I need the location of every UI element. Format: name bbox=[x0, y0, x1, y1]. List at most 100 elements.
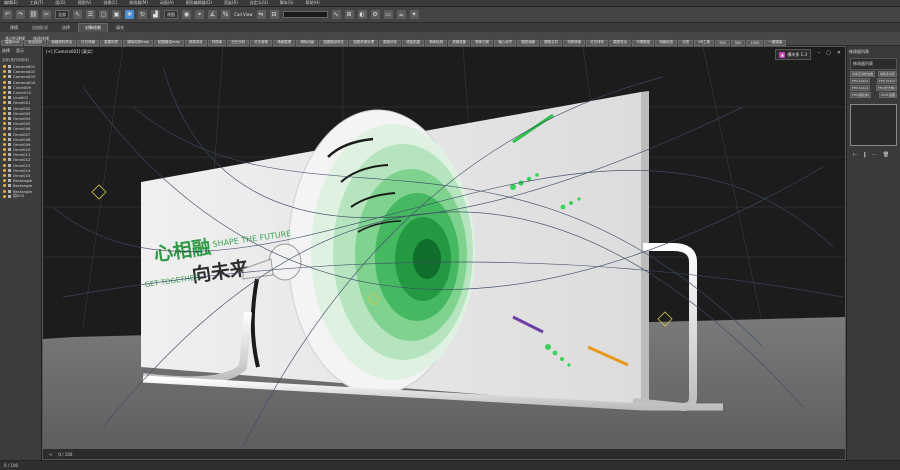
scene-sort-header[interactable]: 名称(按升序排序) bbox=[0, 56, 41, 64]
menu-group[interactable]: 组(G) bbox=[55, 0, 65, 6]
render-icon[interactable]: ☕ bbox=[396, 10, 406, 19]
percent-snap-icon[interactable]: % bbox=[221, 10, 230, 19]
close-icon[interactable]: ✕ bbox=[837, 50, 841, 56]
plugin-command-button[interactable]: 500 bbox=[730, 39, 746, 46]
plugin-command-button[interactable]: 模型减面 bbox=[517, 39, 540, 46]
modifier-button[interactable]: 对象空间修改器 bbox=[850, 71, 876, 77]
pivot-icon[interactable]: ◉ bbox=[182, 10, 191, 19]
viewport-label[interactable]: [+] [Camera001] [真实] bbox=[46, 49, 93, 55]
plugin-command-button[interactable]: 材质库 bbox=[207, 39, 227, 46]
modifier-button[interactable]: FFD(圆柱体) bbox=[850, 92, 872, 98]
plugin-command-button[interactable]: 收藏资料导出 bbox=[47, 39, 77, 46]
plugin-command-button[interactable]: 模型优化 bbox=[379, 39, 402, 46]
visibility-icon[interactable] bbox=[3, 122, 6, 126]
visibility-icon[interactable] bbox=[3, 148, 6, 152]
visibility-icon[interactable] bbox=[3, 137, 6, 141]
plugin-command-button[interactable]: 灯光排布 bbox=[586, 39, 609, 46]
visibility-icon[interactable] bbox=[3, 168, 6, 172]
tab-display[interactable]: 显示 bbox=[16, 48, 24, 54]
plugin-command-button[interactable]: 轴心对齐 bbox=[494, 39, 517, 46]
render-production-icon[interactable]: ✦ bbox=[409, 10, 419, 19]
modifier-button[interactable]: FFD 4x4x4 bbox=[850, 85, 870, 91]
plugin-command-button[interactable]: 清除材质map bbox=[123, 39, 153, 46]
plugin-command-button[interactable]: 安全保存 bbox=[24, 39, 47, 46]
visibility-icon[interactable] bbox=[3, 65, 6, 69]
visibility-icon[interactable] bbox=[3, 75, 6, 79]
visibility-icon[interactable] bbox=[3, 158, 6, 162]
visibility-icon[interactable] bbox=[3, 184, 6, 188]
visibility-icon[interactable] bbox=[3, 116, 6, 120]
angle-snap-icon[interactable]: ∡ bbox=[208, 10, 217, 19]
scene-object-item[interactable]: 组003 bbox=[3, 193, 41, 199]
visibility-icon[interactable] bbox=[3, 101, 6, 105]
visibility-icon[interactable] bbox=[3, 111, 6, 115]
visibility-icon[interactable] bbox=[3, 96, 6, 100]
plugin-command-button[interactable]: 智能Unit bbox=[1, 39, 24, 46]
modifier-button[interactable]: FFD 3x3x3 bbox=[877, 78, 897, 84]
visibility-icon[interactable] bbox=[3, 106, 6, 110]
menu-tools[interactable]: 工具(T) bbox=[30, 0, 44, 6]
menu-animation[interactable]: 动画(A) bbox=[160, 0, 174, 6]
visibility-icon[interactable] bbox=[3, 80, 6, 84]
visibility-icon[interactable] bbox=[3, 85, 6, 89]
plugin-badge[interactable]: ▲ 横木多 1.3 bbox=[775, 49, 811, 60]
snap-icon[interactable]: ⌖ bbox=[195, 10, 204, 19]
visibility-icon[interactable] bbox=[3, 153, 6, 157]
plugin-command-button[interactable]: 清除动画 bbox=[296, 39, 319, 46]
unlink-icon[interactable]: ✂ bbox=[42, 10, 51, 19]
redo-icon[interactable]: ↷ bbox=[16, 10, 25, 19]
tab-populate[interactable]: 填充 bbox=[110, 24, 130, 32]
visibility-icon[interactable] bbox=[3, 174, 6, 178]
curve-editor-icon[interactable]: ∿ bbox=[331, 10, 341, 19]
visibility-icon[interactable] bbox=[3, 127, 6, 131]
rotate-icon[interactable]: ↻ bbox=[138, 10, 147, 19]
modifier-button[interactable]: FFD(长方体) bbox=[875, 85, 897, 91]
plugin-command-button[interactable]: 模型合并 bbox=[540, 39, 563, 46]
schematic-icon[interactable]: ⊞ bbox=[344, 10, 354, 19]
show-end-icon[interactable]: ‖ bbox=[863, 152, 866, 158]
plugin-command-button[interactable]: 贴图路径map bbox=[153, 39, 184, 46]
tab-object-paint[interactable]: 对象绘制 bbox=[78, 22, 108, 33]
plugin-command-button[interactable]: VR工具 bbox=[694, 39, 715, 46]
menu-edit[interactable]: 编辑(E) bbox=[4, 0, 18, 6]
plugin-command-button[interactable]: 日光分析 bbox=[227, 39, 250, 46]
plugin-command-button[interactable]: 分层 bbox=[678, 39, 694, 46]
plugin-command-button[interactable]: 资源浏览 bbox=[184, 39, 207, 46]
plugin-command-button[interactable]: 代理模型 bbox=[632, 39, 655, 46]
mirror-icon[interactable]: ⇋ bbox=[256, 10, 266, 19]
menu-modifiers[interactable]: 修改器(M) bbox=[129, 0, 148, 6]
timeline[interactable]: < 0 / 100 bbox=[43, 449, 845, 459]
tab-selection[interactable]: 选择 bbox=[56, 24, 76, 32]
window-crossing-icon[interactable]: ▣ bbox=[112, 10, 121, 19]
visibility-icon[interactable] bbox=[3, 132, 6, 136]
modifier-stack[interactable] bbox=[850, 104, 897, 146]
visibility-icon[interactable] bbox=[3, 194, 6, 198]
pin-icon[interactable]: ⊢ bbox=[853, 152, 857, 158]
menu-graph-editors[interactable]: 图形编辑器(D) bbox=[186, 0, 212, 6]
modifier-list-dropdown[interactable]: 修改器列表 bbox=[850, 58, 897, 70]
render-setup-icon[interactable]: ⚙ bbox=[370, 10, 380, 19]
plugin-command-button[interactable]: 一键渲染 bbox=[764, 39, 787, 46]
menu-view[interactable]: 视图(V) bbox=[77, 0, 91, 6]
plugin-command-button[interactable]: 重置材质 bbox=[100, 39, 123, 46]
visibility-icon[interactable] bbox=[3, 189, 6, 193]
visibility-icon[interactable] bbox=[3, 91, 6, 95]
restore-icon[interactable]: ▢ bbox=[826, 50, 831, 56]
link-icon[interactable]: ⛓ bbox=[29, 10, 38, 19]
align-icon[interactable]: ⊟ bbox=[269, 10, 279, 19]
minimize-icon[interactable]: – bbox=[818, 50, 821, 56]
modifier-button[interactable]: FFD 2x2x2 bbox=[850, 78, 870, 84]
plugin-command-button[interactable]: 材质转换 bbox=[563, 39, 586, 46]
plugin-command-button[interactable]: 修复贴图 bbox=[402, 39, 425, 46]
plugin-command-button[interactable]: 300 bbox=[715, 39, 730, 46]
select-icon[interactable]: ↖ bbox=[73, 10, 82, 19]
undo-icon[interactable]: ↶ bbox=[3, 10, 12, 19]
timeline-left-icon[interactable]: < bbox=[49, 452, 52, 457]
material-editor-icon[interactable]: ◐ bbox=[357, 10, 367, 19]
plugin-command-button[interactable]: 物体检测 bbox=[425, 39, 448, 46]
reference-coord-dropdown[interactable]: 视图 bbox=[164, 10, 178, 19]
rect-select-icon[interactable]: ▢ bbox=[99, 10, 108, 19]
camera-viewport[interactable]: [+] [Camera001] [真实] ▲ 横木多 1.3 – ▢ ✕ 心相融… bbox=[42, 46, 846, 460]
plugin-command-button[interactable]: 物体归类 bbox=[471, 39, 494, 46]
menu-help[interactable]: 帮助(H) bbox=[306, 0, 320, 6]
